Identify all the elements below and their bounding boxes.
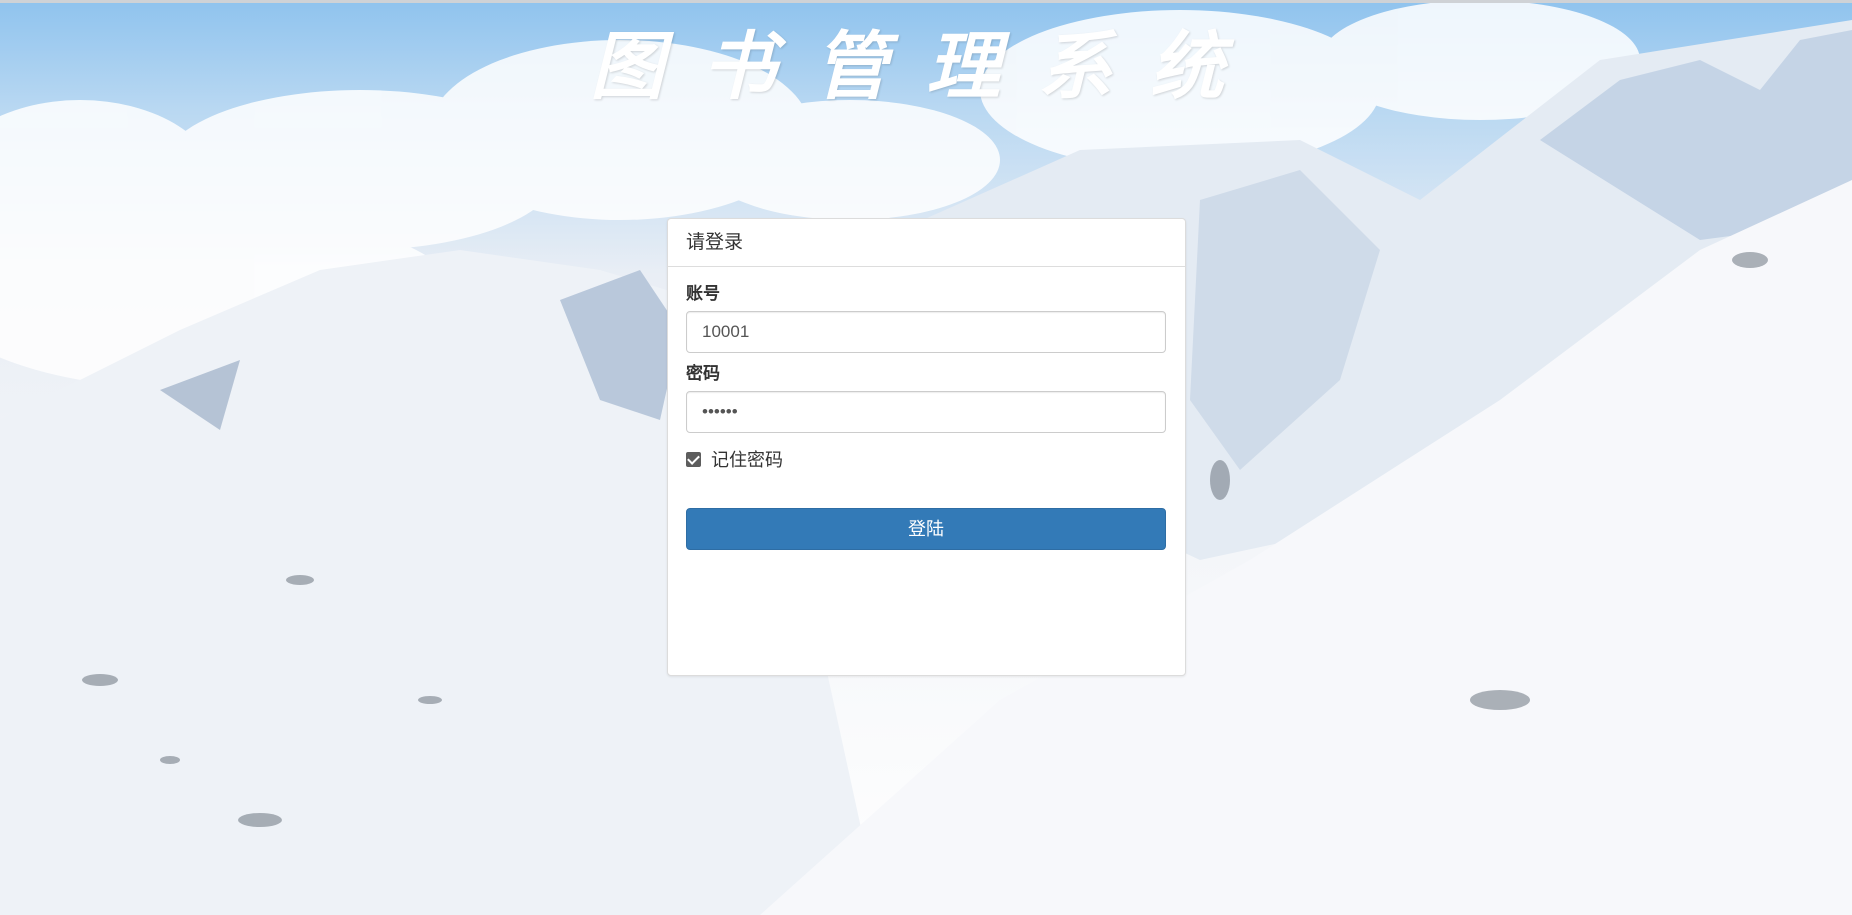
- login-panel-heading: 请登录: [668, 219, 1185, 267]
- password-input[interactable]: ••••••: [686, 391, 1166, 433]
- password-label: 密码: [686, 364, 720, 383]
- login-form: 账号 10001 密码 •••••• 记住密码 登陆: [668, 267, 1185, 550]
- login-button[interactable]: 登陆: [686, 508, 1166, 550]
- page-title: 图书管理系统: [590, 24, 1262, 110]
- remember-password-row[interactable]: 记住密码: [686, 447, 1167, 471]
- remember-password-label[interactable]: 记住密码: [711, 446, 783, 472]
- login-panel: 请登录 账号 10001 密码 •••••• 记住密码 登陆: [667, 218, 1186, 676]
- account-label: 账号: [686, 284, 720, 303]
- remember-password-checkbox[interactable]: [686, 451, 701, 467]
- browser-top-border: [0, 0, 1852, 3]
- account-input[interactable]: 10001: [686, 311, 1166, 353]
